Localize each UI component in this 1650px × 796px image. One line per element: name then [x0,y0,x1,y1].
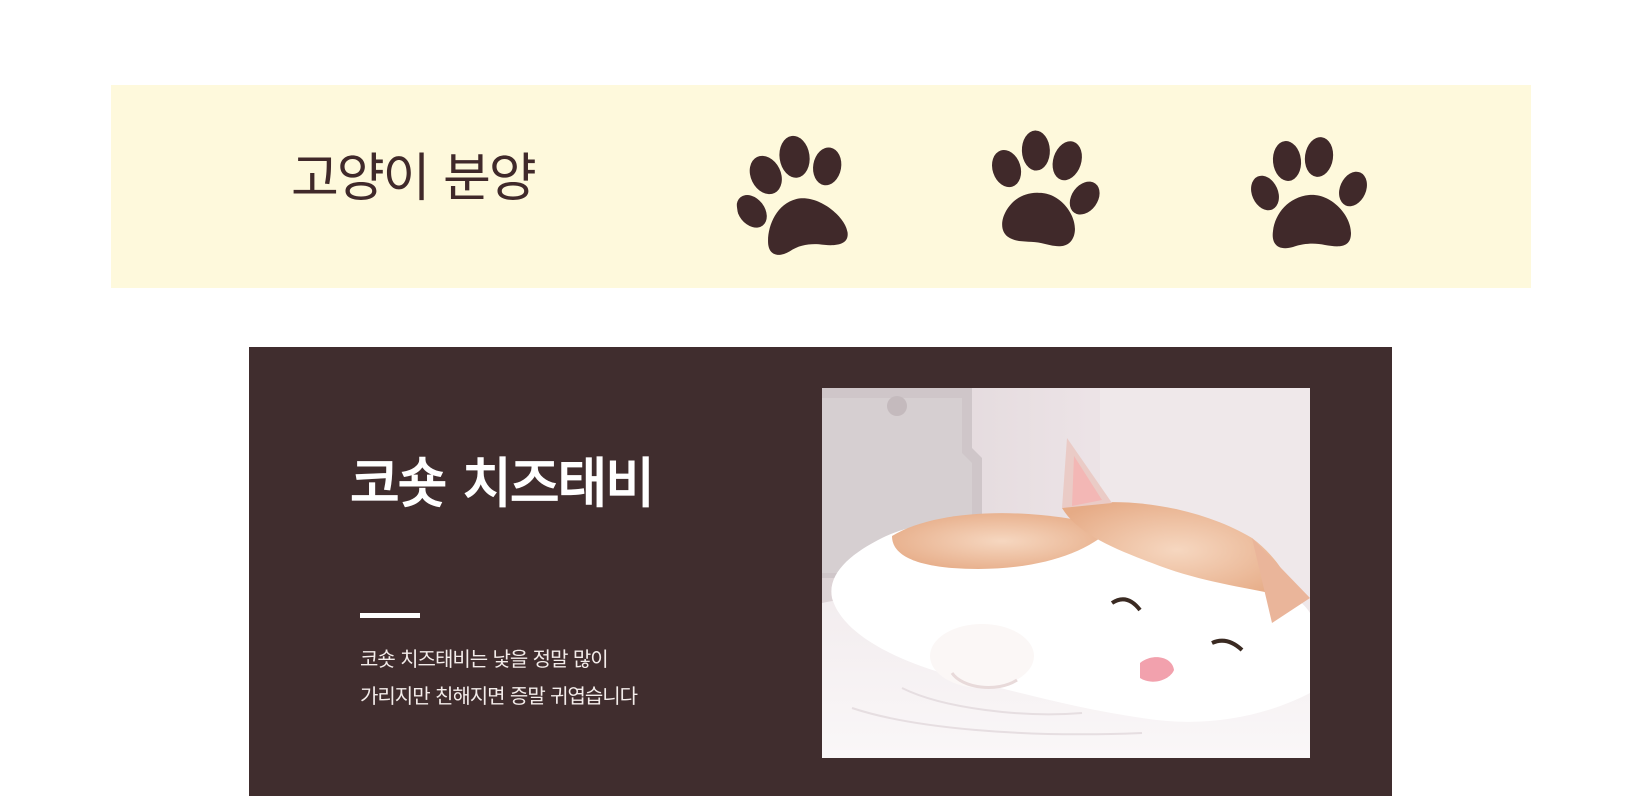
banner-title: 고양이 분양 [291,149,537,209]
description-line: 코숏 치즈태비는 낯을 정말 많이 [360,647,609,671]
cat-photo [822,388,1310,758]
title-divider [360,613,420,618]
header-banner: 고양이 분양 [111,85,1531,288]
description-line: 가리지만 친해지면 증말 귀엽습니다 [360,684,638,708]
paw-print-icon [1251,135,1371,257]
card-description: 코숏 치즈태비는 낯을 정말 많이 가리지만 친해지면 증말 귀엽습니다 [360,641,700,715]
card-title: 코숏 치즈태비 [350,452,655,515]
paw-print-icon [728,127,864,265]
cat-card: 코숏 치즈태비 코숏 치즈태비는 낯을 정말 많이 가리지만 친해지면 증말 귀… [249,347,1392,796]
paw-print-icon [977,127,1105,257]
page: 고양이 분양 코숏 치즈태비 코숏 치즈태비는 낯을 정말 많이 가리지만 친해… [0,0,1650,796]
